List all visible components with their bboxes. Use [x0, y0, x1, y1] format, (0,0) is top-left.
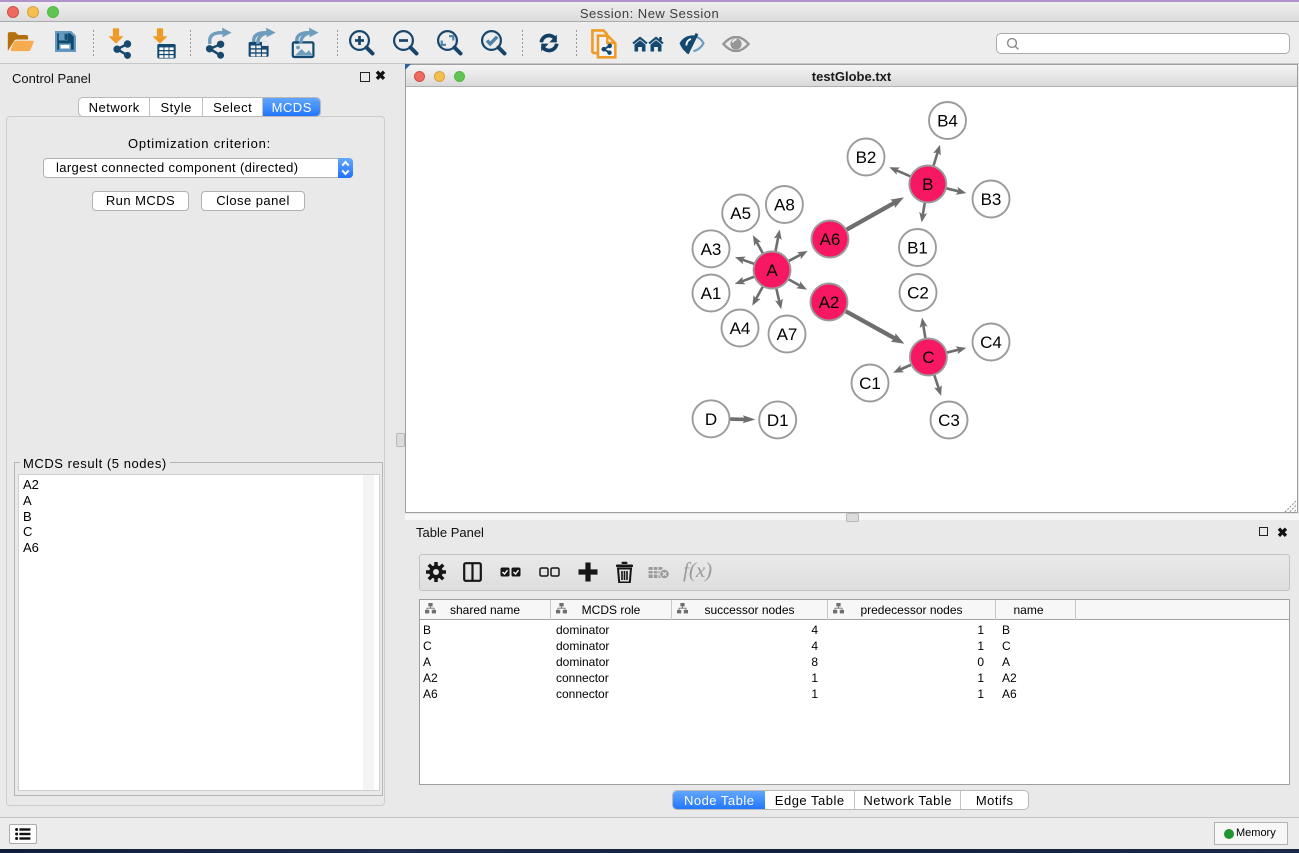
svg-text:B1: B1 — [907, 239, 928, 258]
svg-text:C4: C4 — [980, 333, 1002, 352]
svg-text:A5: A5 — [730, 204, 751, 223]
svg-text:C3: C3 — [938, 411, 960, 430]
svg-text:B2: B2 — [856, 148, 877, 167]
svg-text:D: D — [705, 410, 717, 429]
svg-text:A7: A7 — [777, 325, 798, 344]
svg-text:A2: A2 — [819, 293, 840, 312]
svg-text:A8: A8 — [774, 196, 795, 215]
svg-text:A: A — [766, 261, 778, 280]
svg-text:C: C — [922, 348, 934, 367]
svg-text:A1: A1 — [701, 284, 722, 303]
svg-text:C1: C1 — [859, 374, 881, 393]
svg-text:A6: A6 — [820, 230, 841, 249]
svg-text:A4: A4 — [730, 319, 751, 338]
svg-text:A3: A3 — [701, 240, 722, 259]
svg-text:C2: C2 — [907, 284, 929, 303]
svg-text:D1: D1 — [767, 411, 789, 430]
svg-text:B4: B4 — [937, 112, 958, 131]
svg-text:B3: B3 — [981, 190, 1002, 209]
svg-text:B: B — [922, 175, 933, 194]
